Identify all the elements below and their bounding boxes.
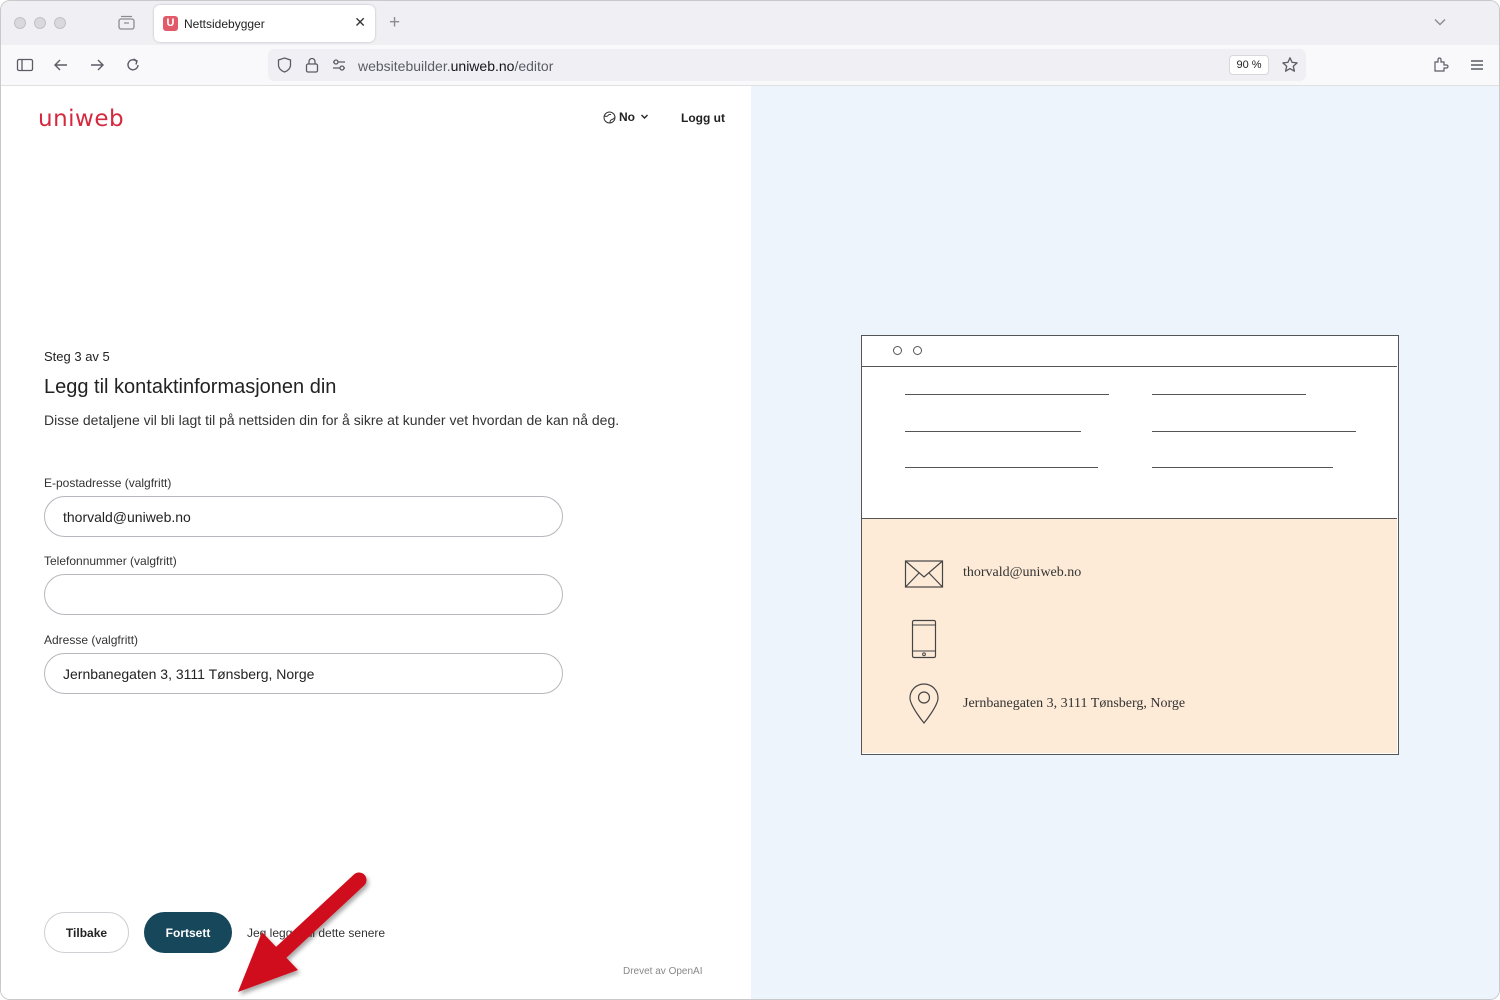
mobile-phone-icon — [911, 619, 937, 659]
page-title: Legg til kontaktinformasjonen din — [44, 376, 337, 398]
placeholder-line — [905, 431, 1081, 432]
placeholder-line — [1152, 394, 1306, 395]
mockup-browser-bar — [862, 336, 1397, 367]
close-window-button[interactable] — [14, 17, 26, 29]
bookmark-star-icon[interactable] — [1281, 56, 1299, 74]
tab-title: Nettsidebygger — [184, 17, 265, 31]
uniweb-logo[interactable]: uniweb — [38, 106, 124, 132]
placeholder-line — [1152, 431, 1356, 432]
zoom-window-button[interactable] — [54, 17, 66, 29]
url-prefix: websitebuilder. — [358, 58, 451, 74]
forward-icon[interactable] — [88, 56, 106, 74]
preview-contact-section: thorvald@uniweb.no Jernbanegaten 3, 3111… — [862, 518, 1397, 753]
preview-address: Jernbanegaten 3, 3111 Tønsberg, Norge — [963, 696, 1186, 711]
email-label: E-postadresse (valgfritt) — [44, 476, 172, 490]
address-field[interactable] — [44, 653, 563, 694]
mockup-dot-icon — [913, 346, 922, 355]
mockup-dot-icon — [893, 346, 902, 355]
email-field[interactable] — [44, 496, 563, 537]
permissions-icon[interactable] — [331, 57, 347, 73]
url-text[interactable]: websitebuilder.uniweb.no/editor — [358, 58, 553, 74]
page-description: Disse detaljene vil bli lagt til på nett… — [44, 412, 620, 428]
tab-nettsidebygger[interactable]: U Nettsidebygger ✕ — [154, 5, 375, 42]
preview-email: thorvald@uniweb.no — [963, 565, 1082, 580]
shield-icon[interactable] — [276, 56, 293, 74]
back-icon[interactable] — [52, 56, 70, 74]
minimize-window-button[interactable] — [34, 17, 46, 29]
globe-icon — [603, 111, 616, 124]
placeholder-line — [1152, 467, 1333, 468]
website-preview-mockup: thorvald@uniweb.no Jernbanegaten 3, 3111… — [861, 335, 1399, 755]
phone-label: Telefonnummer (valgfritt) — [44, 554, 177, 568]
browser-window: U Nettsidebygger ✕ + websitebuilder.uniw… — [0, 0, 1500, 1000]
menu-icon[interactable] — [1468, 56, 1486, 74]
reload-icon[interactable] — [124, 56, 142, 74]
address-label: Adresse (valgfritt) — [44, 633, 139, 647]
language-selector[interactable]: No — [603, 110, 652, 124]
uniweb-favicon-icon: U — [163, 16, 178, 31]
tab-overview-icon[interactable] — [118, 15, 135, 30]
step-indicator: Steg 3 av 5 — [44, 349, 110, 364]
envelope-icon — [904, 560, 944, 588]
chevron-down-icon[interactable] — [1433, 15, 1447, 29]
location-pin-icon — [909, 683, 939, 724]
placeholder-line — [905, 394, 1109, 395]
form-panel: uniweb No Logg ut Steg 3 av 5 Legg til k… — [1, 86, 751, 999]
phone-field[interactable] — [44, 574, 563, 615]
annotation-arrow-icon — [238, 872, 367, 992]
powered-by-text: Drevet av OpenAI — [623, 966, 703, 977]
sidebar-icon[interactable] — [16, 56, 34, 74]
url-domain: uniweb.no — [450, 58, 515, 74]
new-tab-icon[interactable]: + — [389, 12, 400, 34]
preview-panel: thorvald@uniweb.no Jernbanegaten 3, 3111… — [751, 86, 1499, 999]
close-tab-icon[interactable]: ✕ — [354, 14, 366, 31]
chevron-down-icon — [641, 114, 649, 119]
zoom-level-badge[interactable]: 90 % — [1229, 55, 1269, 75]
placeholder-line — [905, 467, 1098, 468]
extensions-icon[interactable] — [1432, 56, 1450, 74]
lock-icon[interactable] — [304, 56, 320, 74]
back-button[interactable]: Tilbake — [44, 912, 129, 953]
url-path: /editor — [514, 58, 554, 74]
tab-bar: U Nettsidebygger ✕ + — [1, 1, 1499, 45]
address-bar[interactable]: websitebuilder.uniweb.no/editor 90 % — [268, 49, 1306, 81]
continue-button[interactable]: Fortsett — [144, 912, 232, 953]
logout-link[interactable]: Logg ut — [681, 111, 725, 125]
language-label: No — [619, 110, 635, 124]
navigation-toolbar: websitebuilder.uniweb.no/editor 90 % — [1, 45, 1499, 86]
